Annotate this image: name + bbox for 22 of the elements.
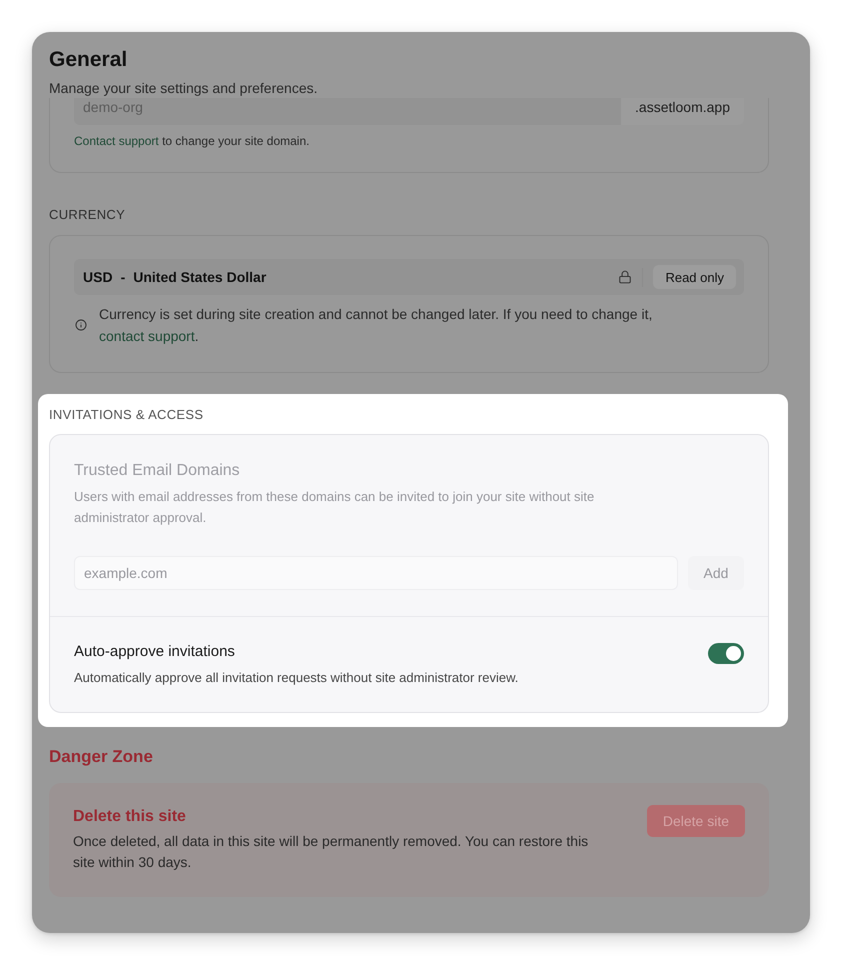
section-label: CURRENCY bbox=[49, 206, 126, 224]
page-title: General bbox=[49, 48, 128, 72]
setting-title: Auto-approve invitations bbox=[74, 642, 236, 662]
read-only-badge: Read only bbox=[653, 265, 736, 289]
delete-site-button[interactable]: Delete site bbox=[646, 805, 745, 837]
danger-zone-heading: Danger Zone bbox=[49, 746, 154, 768]
contact-support-link[interactable]: contact support bbox=[99, 328, 195, 344]
info-icon bbox=[75, 319, 87, 331]
currency-code: USD bbox=[83, 269, 113, 285]
domain-note: Contact support to change your site domain. bbox=[74, 133, 310, 150]
setting-title: Trusted Email Domains bbox=[74, 461, 241, 481]
currency-note: Currency is set during site creation and cannot be changed later. If you need to change it, contact support. bbox=[99, 305, 654, 346]
section-label: INVITATIONS & ACCESS bbox=[49, 406, 204, 424]
currency-name: United States Dollar bbox=[133, 269, 266, 285]
page-subtitle: Manage your site settings and preferences. bbox=[49, 79, 318, 98]
delete-site-title: Delete this site bbox=[73, 807, 187, 827]
setting-description: Users with email addresses from these domains can be invited to join your site without site administrator approval. bbox=[74, 488, 596, 527]
setting-description: Automatically approve all invitation requests without site administrator review. bbox=[74, 669, 518, 687]
currency-separator: - bbox=[120, 269, 126, 285]
toggle-switch[interactable] bbox=[708, 643, 744, 664]
delete-site-description: Once deleted, all data in this site will be permanently removed. You can restore this site within 30 days. bbox=[73, 832, 590, 872]
contact-support-link[interactable]: Contact support bbox=[74, 134, 159, 148]
